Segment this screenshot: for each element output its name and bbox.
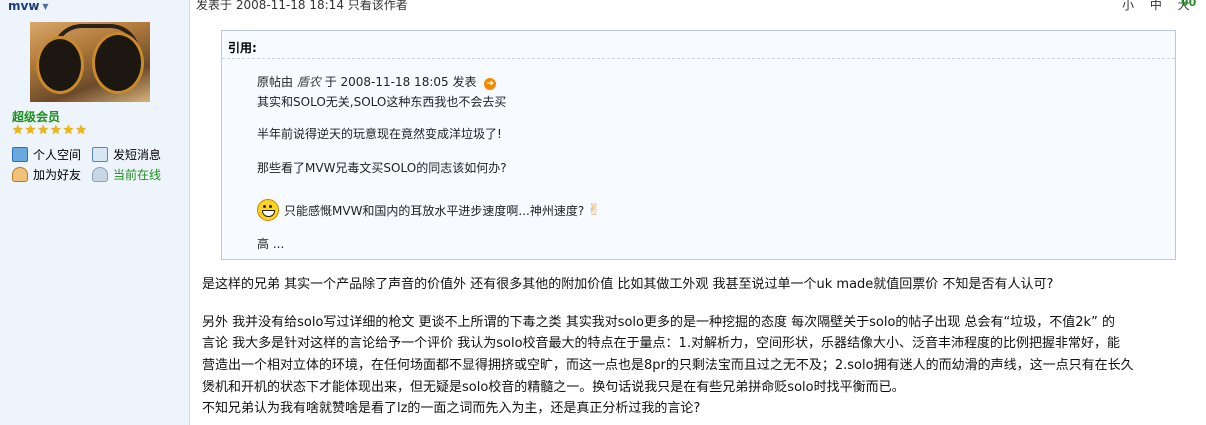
post-paragraph-line: 言论 我大多是针对这样的言论给予一个评价 我认为solo校音最大的特点在于量点：…: [202, 336, 1120, 351]
quote-meta-prefix: 原帖由: [257, 75, 294, 89]
star-icon: ★: [75, 123, 87, 138]
quote-author: 盾农: [296, 75, 321, 89]
user-sidebar: mvw ▼ 超级会员 ★ ★ ★ ★ ★ ★ 个人空间 发短消息 加为好友 当前…: [0, 0, 190, 425]
quote-block: 引用: 原帖由 盾农 于 2008-11-18 18:05 发表 ➜ 其实和SO…: [221, 30, 1176, 260]
avatar-earcup-left: [36, 36, 84, 94]
username-row[interactable]: mvw ▼: [8, 0, 49, 14]
online-status-label: 当前在线: [113, 168, 162, 182]
user-icon: [92, 167, 108, 182]
post-meta: 发表于 2008-11-18 18:14 只看该作者: [196, 0, 408, 12]
quote-line-emote: 只能感慨MVW和国内的耳放水平进步速度啊...神州速度? ✌: [257, 199, 601, 221]
chevron-down-icon[interactable]: ▼: [42, 2, 48, 11]
quote-line: 半年前说得逆天的玩意现在竟然变成洋垃圾了!: [257, 127, 502, 141]
quote-line-text: 只能感慨MVW和国内的耳放水平进步速度啊...神州速度?: [284, 203, 585, 218]
add-friend-link[interactable]: 加为好友: [12, 166, 81, 183]
victory-hand-icon: ✌: [587, 200, 601, 219]
add-friend-label: 加为好友: [33, 168, 82, 182]
avatar-earcup-right: [92, 32, 144, 94]
quote-line: 那些看了MVW兄毒文买SOLO的同志该如何办?: [257, 161, 507, 175]
username[interactable]: mvw: [8, 0, 39, 13]
goto-post-icon[interactable]: ➜: [484, 78, 497, 90]
star-icon: ★: [24, 123, 37, 138]
grin-emoticon-icon: [257, 199, 279, 221]
quote-meta-suffix: 于 2008-11-18 18:05 发表: [324, 75, 477, 89]
star-icon: ★: [12, 123, 24, 138]
message-icon: [92, 147, 108, 162]
post-paragraph-line: 煲机和开机的状态下才能体现出来，但无疑是solo校音的精髓之一。换句话说我只是在…: [202, 380, 905, 395]
home-icon: [12, 147, 28, 162]
post-paragraph: 不知兄弟认为我有啥就赞啥是看了lz的一面之词而先入为主，还是真正分析过我的言论?: [202, 401, 701, 416]
personal-space-link[interactable]: 个人空间: [12, 146, 81, 163]
star-icon: ★: [62, 123, 75, 138]
personal-space-label: 个人空间: [33, 148, 82, 162]
post-paragraph-line: 另外 我并没有给solo写过详细的枪文 更谈不上所谓的下毒之类 其实我对solo…: [202, 315, 1115, 330]
send-message-label: 发短消息: [113, 148, 162, 162]
add-friend-icon: [12, 167, 28, 182]
send-message-link[interactable]: 发短消息: [92, 146, 161, 163]
avatar[interactable]: [30, 22, 150, 102]
quote-meta: 原帖由 盾农 于 2008-11-18 18:05 发表 ➜: [257, 73, 497, 90]
post-paragraph: 是这样的兄弟 其实一个产品除了声音的价值外 还有很多其他的附加价值 比如其做工外…: [202, 277, 1054, 292]
quote-line: 其实和SOLO无关,SOLO这种东西我也不会去买: [257, 95, 507, 109]
rank-stars: ★ ★ ★ ★ ★ ★: [12, 124, 87, 137]
quote-line: 高 ...: [257, 237, 285, 251]
online-status: 当前在线: [92, 166, 161, 183]
post-paragraph-line: 营造出一个相对立体的环境，在任何场面都不显得拥挤或空旷，而这一点也是8pr的只剩…: [202, 358, 1134, 373]
quote-title: 引用:: [228, 41, 257, 55]
post-number[interactable]: 90: [1181, 0, 1196, 9]
star-icon: ★: [37, 123, 49, 138]
quote-header: 引用:: [222, 31, 1175, 59]
star-icon: ★: [49, 123, 62, 138]
